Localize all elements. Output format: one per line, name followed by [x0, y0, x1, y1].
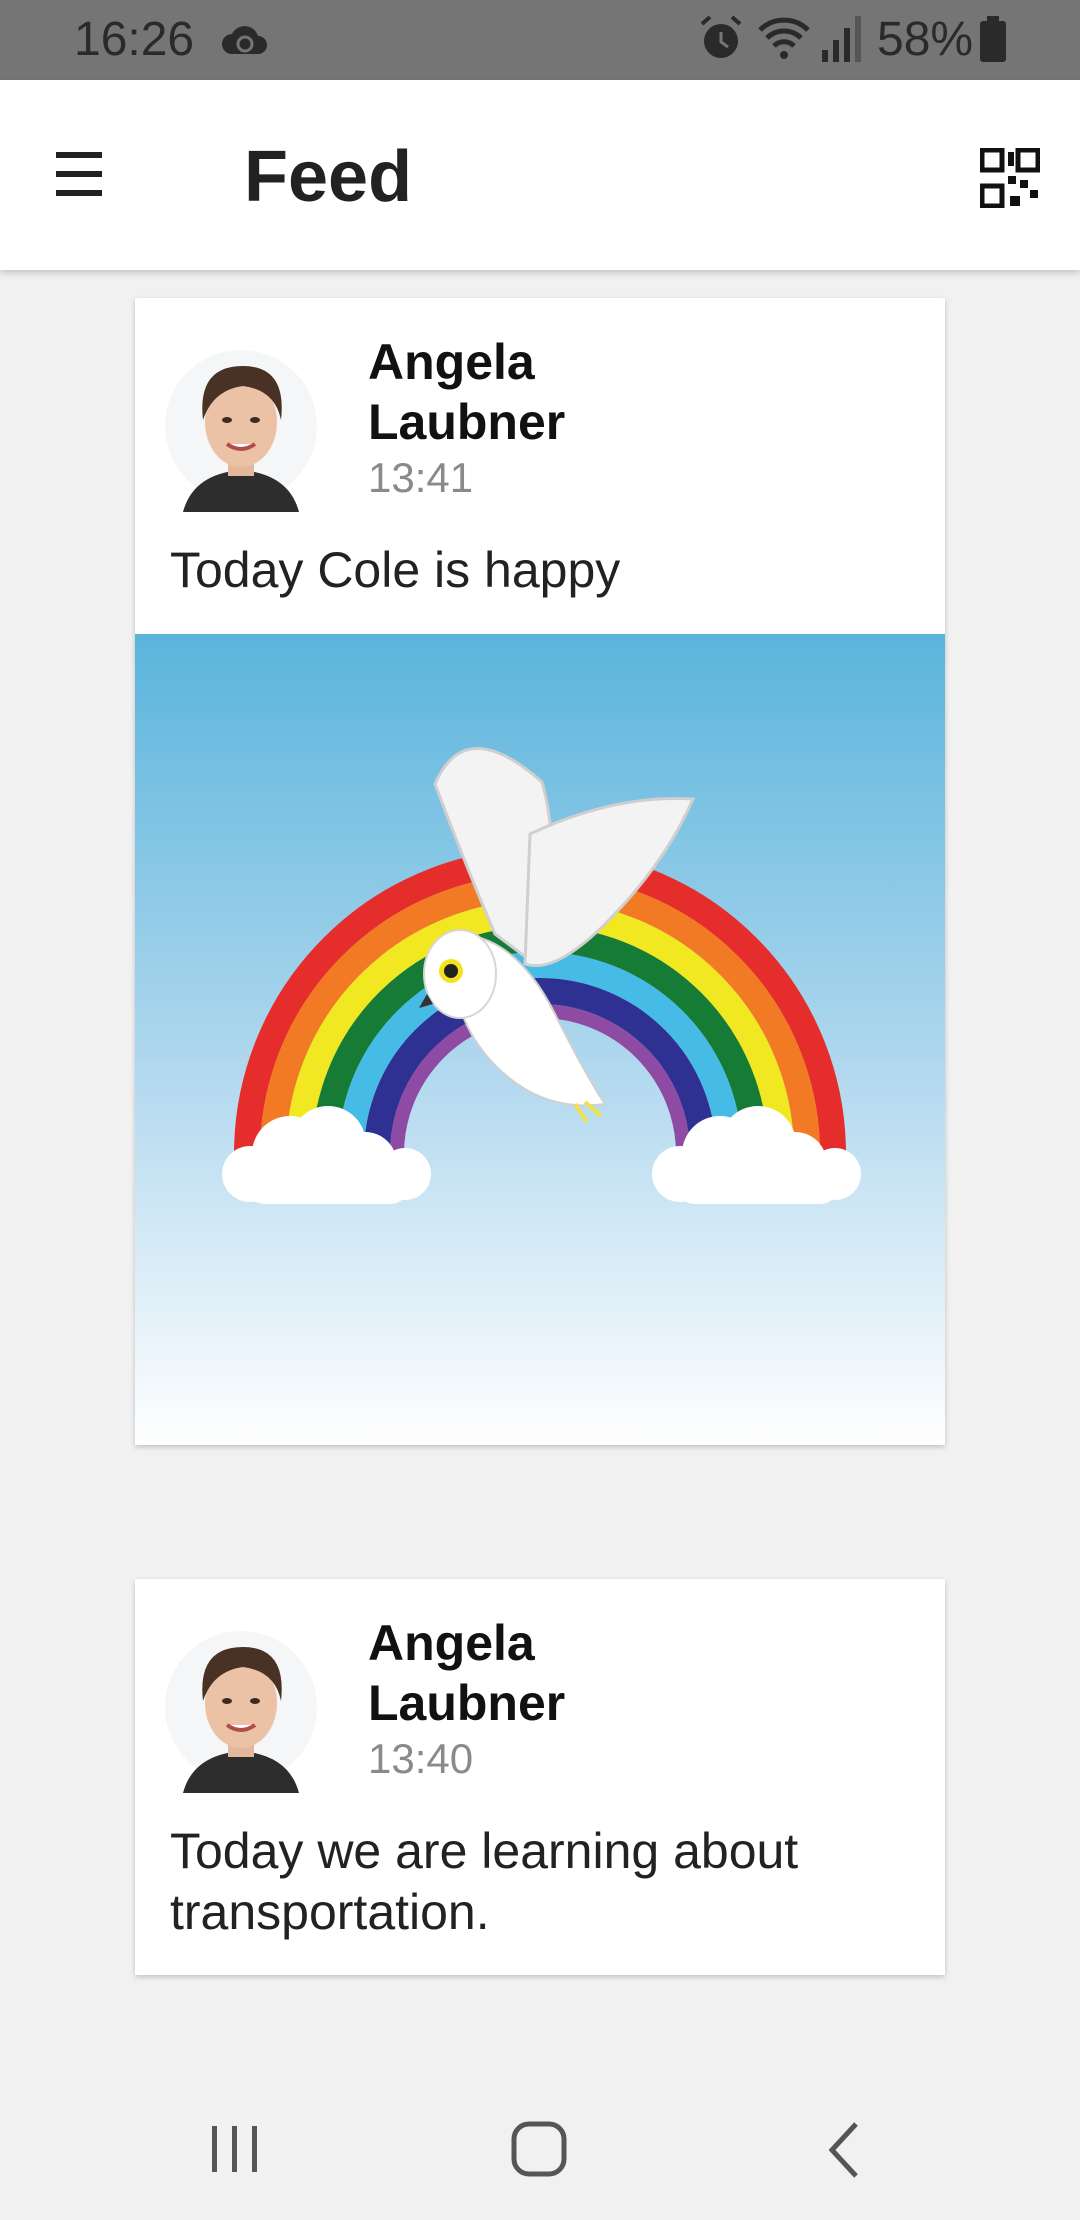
recent-apps-icon — [212, 2126, 257, 2172]
post-text: Today Cole is happy — [170, 542, 621, 598]
menu-button[interactable] — [40, 136, 124, 220]
author-last-name: Laubner — [368, 394, 566, 450]
battery-icon — [980, 16, 1006, 62]
post-time: 13:41 — [368, 454, 474, 501]
signal-icon — [822, 16, 861, 62]
author-last-name: Laubner — [368, 1675, 566, 1731]
post-time: 13:40 — [368, 1735, 474, 1782]
page-title: Feed — [244, 137, 413, 217]
author-name: Angela Laubner — [368, 332, 668, 452]
home-icon — [511, 2121, 567, 2177]
author-avatar[interactable] — [165, 340, 317, 512]
battery-percent: 58% — [877, 13, 974, 66]
status-bar: 16:26 58% — [0, 0, 1080, 80]
recent-apps-button[interactable] — [190, 2110, 280, 2190]
status-time: 16:26 — [74, 13, 195, 66]
wifi-icon — [758, 17, 810, 59]
alarm-icon — [700, 15, 742, 58]
menu-icon — [56, 152, 102, 196]
back-icon — [828, 2122, 858, 2178]
author-avatar[interactable] — [165, 1621, 317, 1793]
post-card[interactable]: Angela Laubner 13:40 Today we are learni… — [135, 1579, 945, 1975]
app-bar: Feed — [0, 80, 1080, 270]
qr-code-icon — [979, 147, 1041, 209]
post-image[interactable] — [135, 634, 945, 1445]
author-first-name: Angela — [368, 334, 535, 390]
post-text: Today we are learning about transportati… — [170, 1823, 799, 1940]
home-button[interactable] — [494, 2110, 584, 2190]
system-nav-bar — [0, 2080, 1080, 2220]
qr-scan-button[interactable] — [979, 147, 1041, 209]
post-card[interactable]: Angela Laubner 13:41 Today Cole is happy — [135, 298, 945, 1445]
back-button[interactable] — [800, 2110, 890, 2190]
author-first-name: Angela — [368, 1615, 535, 1671]
cloud-sync-icon — [222, 26, 267, 54]
author-name: Angela Laubner — [368, 1613, 668, 1733]
